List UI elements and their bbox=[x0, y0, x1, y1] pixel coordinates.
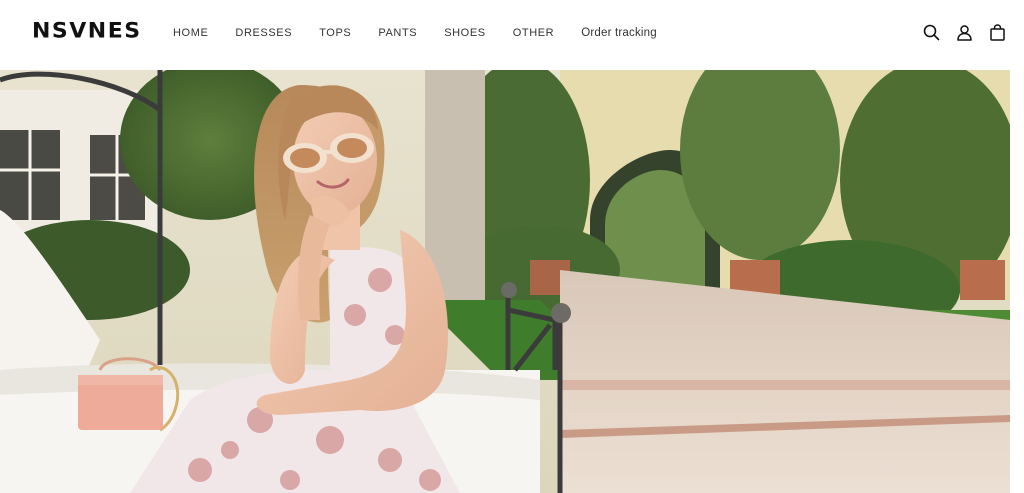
nav-dresses[interactable]: DRESSES bbox=[235, 27, 292, 39]
account-icon[interactable] bbox=[956, 24, 973, 41]
site-header: NSVNES HOME DRESSES TOPS PANTS SHOES OTH… bbox=[0, 0, 1024, 70]
search-icon[interactable] bbox=[923, 24, 940, 41]
hero-banner[interactable] bbox=[0, 70, 1010, 493]
page-edge bbox=[1010, 70, 1024, 493]
brand-logo[interactable]: NSVNES bbox=[32, 20, 142, 44]
nav-other[interactable]: OTHER bbox=[513, 27, 555, 39]
nav-order-tracking[interactable]: Order tracking bbox=[581, 27, 657, 39]
nav-tops[interactable]: TOPS bbox=[319, 27, 351, 39]
header-icons bbox=[923, 24, 1006, 41]
main-nav: HOME DRESSES TOPS PANTS SHOES OTHER Orde… bbox=[173, 27, 684, 39]
hero-image bbox=[0, 70, 1010, 493]
nav-pants[interactable]: PANTS bbox=[378, 27, 417, 39]
nav-home[interactable]: HOME bbox=[173, 27, 208, 39]
cart-icon[interactable] bbox=[989, 24, 1006, 41]
nav-shoes[interactable]: SHOES bbox=[444, 27, 486, 39]
